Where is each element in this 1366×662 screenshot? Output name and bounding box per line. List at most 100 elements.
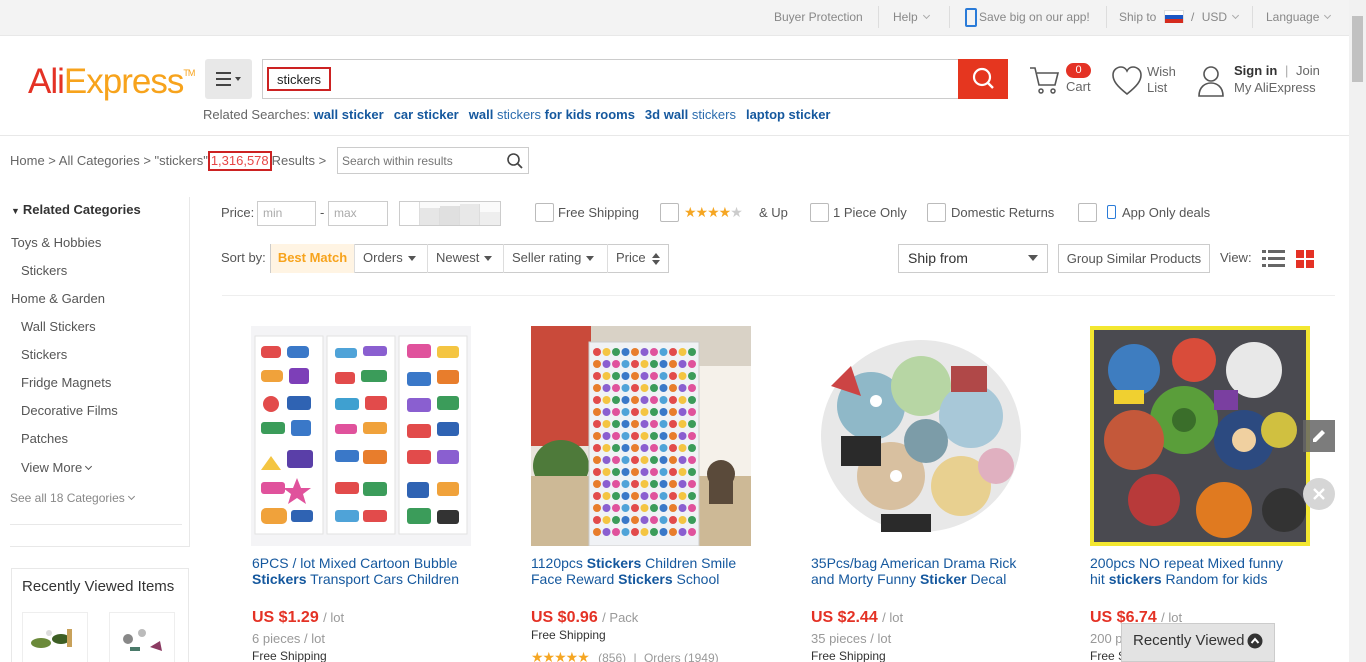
search-bar[interactable] (262, 59, 958, 99)
wishlist-label-2[interactable]: List (1147, 80, 1167, 96)
sort-seller-rating[interactable]: Seller rating (512, 244, 595, 273)
sidebar-item-wall-stickers[interactable]: Wall Stickers (21, 319, 96, 334)
one-piece-label[interactable]: 1 Piece Only (833, 205, 907, 220)
sidebar-item-home-garden[interactable]: Home & Garden (11, 291, 105, 306)
divider (607, 244, 608, 273)
product-title-text: and Morty Funny (811, 571, 920, 587)
sidebar-item-decorative-films[interactable]: Decorative Films (21, 403, 118, 418)
rick-morty-stickers-image (811, 326, 1031, 546)
product-title[interactable]: 200pcs NO repeat Mixed funny hit stickers… (1090, 555, 1320, 587)
product-title[interactable]: 1120pcs Stickers Children Smile Face Rewa… (531, 555, 761, 587)
join-link[interactable]: Join (1296, 63, 1320, 78)
see-all-categories-link[interactable]: See all 18 Categories (10, 491, 135, 505)
search-input[interactable]: stickers (267, 67, 332, 91)
search-within-input[interactable] (342, 153, 502, 169)
price-max-input[interactable]: max (328, 201, 388, 226)
sort-arrows-icon (651, 252, 660, 265)
sort-price-label: Price (616, 250, 646, 265)
wishlist-label-1[interactable]: Wish (1147, 64, 1176, 80)
related-link[interactable]: car sticker (394, 107, 459, 122)
view-more-link[interactable]: View More (21, 460, 93, 475)
free-shipping-checkbox[interactable] (535, 203, 554, 222)
product-title-keyword: Stickers (252, 571, 307, 587)
scrollbar[interactable] (1349, 0, 1366, 662)
sidebar-item-toys-hobbies[interactable]: Toys & Hobbies (11, 235, 101, 250)
sort-orders[interactable]: Orders (363, 244, 416, 273)
sign-in-link[interactable]: Sign in (1234, 63, 1277, 78)
product-title-text: 6PCS / lot Mixed Cartoon Bubble (252, 555, 458, 571)
product-rating: ★★★★★ (856) | Orders (1949) (531, 649, 719, 662)
search-button[interactable] (958, 59, 1008, 99)
sidebar-item-fridge-magnets[interactable]: Fridge Magnets (21, 375, 111, 390)
sidebar-item-patches[interactable]: Patches (21, 431, 68, 446)
product-title[interactable]: 35Pcs/bag American Drama Rick and Morty F… (811, 555, 1041, 587)
product-title-text: 200pcs NO repeat Mixed funny (1090, 555, 1283, 571)
divider (878, 6, 879, 28)
sort-newest[interactable]: Newest (436, 244, 493, 273)
cart-label[interactable]: Cart (1066, 79, 1091, 95)
app-only-checkbox[interactable] (1078, 203, 1097, 222)
product-title-text: 35Pcs/bag American Drama Rick (811, 555, 1017, 571)
cart-button[interactable] (1028, 64, 1060, 99)
related-link[interactable]: laptop sticker (746, 107, 831, 122)
grid-view-icon[interactable] (1296, 250, 1315, 269)
product-image[interactable] (811, 326, 1031, 546)
my-aliexpress-link[interactable]: My AliExpress (1234, 80, 1316, 96)
group-similar-button[interactable]: Group Similar Products (1058, 244, 1210, 273)
chevron-up-icon[interactable] (1247, 633, 1263, 649)
search-icon[interactable] (506, 152, 524, 170)
product-image[interactable] (1090, 326, 1310, 546)
one-piece-checkbox[interactable] (810, 203, 829, 222)
star-rating-icon: ★★★★★ (531, 649, 590, 662)
recent-item-thumbnail[interactable] (22, 612, 88, 662)
product-title-text: Children Smile (641, 555, 737, 571)
app-promo-link[interactable]: Save big on our app! (979, 0, 1090, 34)
account-button[interactable] (1197, 65, 1225, 100)
sort-price[interactable]: Price (616, 244, 661, 273)
product-image[interactable] (251, 326, 471, 546)
app-only-label[interactable]: App Only deals (1122, 205, 1210, 220)
close-button[interactable] (1303, 478, 1335, 510)
domestic-returns-checkbox[interactable] (927, 203, 946, 222)
recent-item-thumbnail[interactable] (109, 612, 175, 662)
caret-down-icon: ▼ (11, 206, 20, 216)
aliexpress-logo[interactable]: AliExpressTM (28, 62, 195, 102)
recent-item-image (123, 629, 162, 651)
related-link[interactable]: wall stickers for kids rooms (469, 107, 635, 122)
list-view-icon[interactable] (1262, 249, 1285, 268)
product-image[interactable] (531, 326, 751, 546)
help-menu[interactable]: Help (893, 0, 930, 34)
mixed-stickers-image (1094, 330, 1306, 542)
ship-to-sep: / (1191, 10, 1195, 24)
price-min-input[interactable]: min (257, 201, 316, 226)
related-link[interactable]: wall sticker (314, 107, 384, 122)
ship-to-selector[interactable]: Ship to / USD (1119, 0, 1240, 34)
breadcrumb-path[interactable]: Home > All Categories > "stickers" (10, 153, 208, 168)
logo-express: Express (63, 62, 184, 101)
feedback-button[interactable] (1303, 420, 1335, 452)
scrollbar-thumb[interactable] (1352, 16, 1363, 82)
free-shipping-label[interactable]: Free Shipping (558, 205, 639, 220)
rating-up-label[interactable]: & Up (759, 205, 788, 220)
product-title-text: Random for kids (1161, 571, 1268, 587)
sidebar-item-stickers[interactable]: Stickers (21, 347, 67, 362)
search-icon (972, 67, 994, 89)
buyer-protection-link[interactable]: Buyer Protection (774, 0, 863, 35)
domestic-returns-label[interactable]: Domestic Returns (951, 205, 1054, 220)
language-selector[interactable]: Language (1266, 0, 1332, 34)
recent-item-image (31, 629, 72, 648)
recently-viewed-title: Recently Viewed Items (22, 578, 175, 595)
related-categories-title[interactable]: ▼ Related Categories (11, 202, 141, 217)
product-price: US $2.44 / lot (811, 609, 903, 627)
rating-checkbox[interactable] (660, 203, 679, 222)
price-unit: / Pack (602, 610, 639, 625)
sidebar-item-stickers[interactable]: Stickers (21, 263, 67, 278)
related-link[interactable]: 3d wall stickers (645, 107, 736, 122)
product-shipping: Free Shipping (811, 649, 886, 662)
category-menu-button[interactable] (205, 59, 252, 99)
divider (1106, 6, 1107, 28)
product-title-keyword: Stickers (586, 555, 642, 571)
product-title[interactable]: 6PCS / lot Mixed Cartoon Bubble Stickers … (252, 555, 482, 587)
wishlist-button[interactable] (1111, 65, 1143, 100)
sort-best-match[interactable]: Best Match (271, 244, 354, 273)
